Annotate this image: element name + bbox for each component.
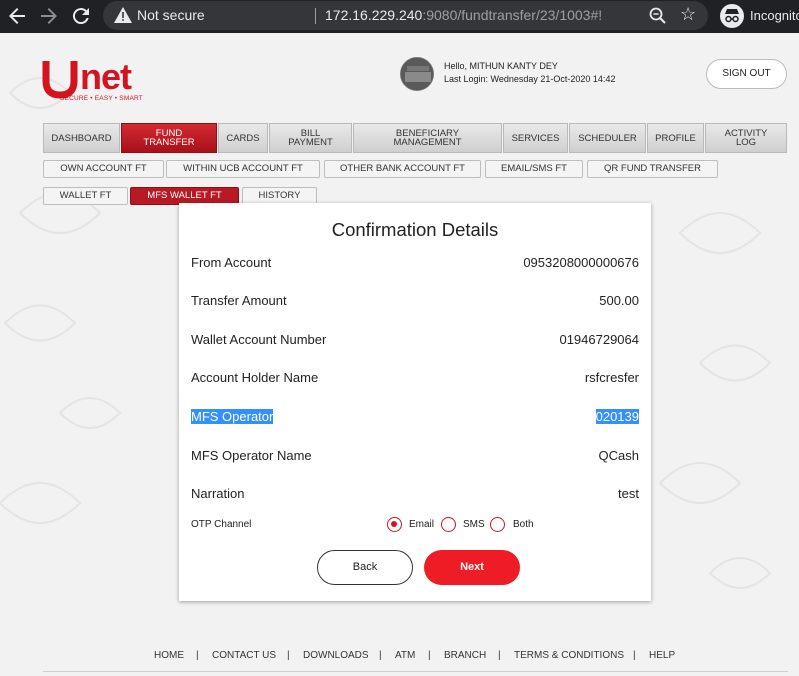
footer-separator: | bbox=[498, 650, 501, 661]
footer-terms-link[interactable]: TERMS & CONDITIONS bbox=[514, 650, 624, 661]
footer-help-link[interactable]: HELP bbox=[649, 650, 675, 661]
menu-profile[interactable]: PROFILE bbox=[647, 123, 704, 153]
warning-icon bbox=[114, 7, 132, 23]
menu-scheduler[interactable]: SCHEDULER bbox=[569, 123, 646, 153]
submenu-other-bank-account-ft[interactable]: OTHER BANK ACCOUNT FT bbox=[324, 160, 481, 178]
submenu-qr-fund-transfer[interactable]: QR FUND TRANSFER bbox=[587, 160, 718, 178]
url-host: 172.16.229.240 bbox=[325, 7, 423, 23]
narration-label: Narration bbox=[191, 486, 245, 501]
from-account-value: 0953208000000676 bbox=[523, 255, 639, 270]
wallet-account-number-value: 01946729064 bbox=[559, 332, 639, 347]
from-account-label: From Account bbox=[191, 255, 272, 270]
incognito-icon bbox=[720, 4, 744, 28]
submenu-within-ucb-account-ft[interactable]: WITHIN UCB ACCOUNT FT bbox=[166, 160, 320, 178]
logo-tagline: SECURE • EASY • SMART bbox=[60, 95, 143, 102]
wallet-account-number-label: Wallet Account Number bbox=[191, 332, 327, 347]
otp-email-radio[interactable] bbox=[387, 517, 402, 532]
mfs-operator-label: MFS Operator bbox=[191, 409, 274, 424]
otp-both-label[interactable]: Both bbox=[513, 519, 534, 530]
menu-bill-payment[interactable]: BILL PAYMENT bbox=[269, 123, 352, 153]
page-content: net SECURE • EASY • SMART Hello, MITHUN … bbox=[0, 33, 799, 676]
card-title: Confirmation Details bbox=[331, 219, 499, 240]
footer-separator: | bbox=[287, 650, 290, 661]
mfs-operator-name-value: QCash bbox=[598, 448, 639, 463]
transfer-amount-value: 500.00 bbox=[599, 293, 639, 308]
menu-fund-transfer[interactable]: FUND TRANSFER bbox=[121, 123, 217, 153]
confirmation-card: Confirmation Details From Account 095320… bbox=[179, 203, 651, 601]
menu-services[interactable]: SERVICES bbox=[503, 123, 568, 153]
account-holder-name-value: rsfcresfer bbox=[584, 370, 639, 385]
incognito-label: Incognito bbox=[750, 8, 799, 23]
otp-email-label[interactable]: Email bbox=[409, 519, 434, 530]
otp-sms-label[interactable]: SMS bbox=[463, 519, 485, 530]
otp-channel-label: OTP Channel bbox=[191, 519, 252, 530]
address-bar[interactable]: Not secure 172.16.229.240:9080/fundtrans… bbox=[103, 1, 708, 30]
footer-home-link[interactable]: HOME bbox=[154, 650, 184, 661]
url-text[interactable]: 172.16.229.240:9080/fundtransfer/23/1003… bbox=[325, 7, 602, 23]
reload-icon[interactable] bbox=[69, 4, 93, 28]
footer-separator: | bbox=[633, 650, 636, 661]
next-button[interactable]: Next bbox=[424, 550, 520, 585]
menu-activity-log[interactable]: ACTIVITY LOG bbox=[705, 123, 787, 153]
footer-divider bbox=[43, 671, 788, 672]
menu-beneficiary-management[interactable]: BENEFICIARY MANAGEMENT bbox=[353, 123, 502, 153]
submenu-email-sms-ft[interactable]: EMAIL/SMS FT bbox=[485, 160, 583, 178]
menu-dashboard[interactable]: DASHBOARD bbox=[43, 123, 120, 153]
forward-arrow-icon[interactable] bbox=[37, 4, 61, 28]
footer-branch-link[interactable]: BRANCH bbox=[444, 650, 486, 661]
omnibox-divider bbox=[315, 8, 316, 24]
transfer-amount-label: Transfer Amount bbox=[191, 293, 287, 308]
unet-logo[interactable]: net SECURE • EASY • SMART bbox=[40, 51, 170, 107]
back-button[interactable]: Back bbox=[317, 550, 413, 585]
account-holder-name-label: Account Holder Name bbox=[191, 370, 319, 385]
zoom-icon[interactable] bbox=[648, 6, 668, 26]
bookmark-star-icon[interactable]: ☆ bbox=[680, 4, 696, 25]
footer-separator: | bbox=[428, 650, 431, 661]
footer-contact-link[interactable]: CONTACT US bbox=[212, 650, 276, 661]
submenu-wallet-ft[interactable]: WALLET FT bbox=[43, 187, 128, 205]
otp-both-radio[interactable] bbox=[490, 517, 505, 532]
user-greeting: Hello, MITHUN KANTY DEY bbox=[444, 61, 558, 71]
footer-downloads-link[interactable]: DOWNLOADS bbox=[303, 650, 369, 661]
footer-separator: | bbox=[379, 650, 382, 661]
otp-sms-radio[interactable] bbox=[441, 517, 456, 532]
footer-links: HOME | CONTACT US | DOWNLOADS | ATM | BR… bbox=[0, 650, 799, 664]
menu-cards[interactable]: CARDS bbox=[218, 123, 268, 153]
footer-separator: | bbox=[196, 650, 199, 661]
submenu-own-account-ft[interactable]: OWN ACCOUNT FT bbox=[43, 160, 164, 178]
mfs-operator-name-label: MFS Operator Name bbox=[191, 448, 312, 463]
sign-out-button[interactable]: SIGN OUT bbox=[706, 59, 787, 89]
svg-text:net: net bbox=[80, 56, 132, 97]
browser-toolbar: Not secure 172.16.229.240:9080/fundtrans… bbox=[0, 0, 799, 33]
url-path: :9080/fundtransfer/23/1003#! bbox=[422, 7, 603, 23]
avatar[interactable] bbox=[400, 57, 434, 91]
mfs-operator-value: 020139 bbox=[595, 409, 639, 424]
incognito-indicator[interactable]: Incognito bbox=[718, 3, 799, 29]
narration-value: test bbox=[618, 486, 639, 501]
footer-atm-link[interactable]: ATM bbox=[395, 650, 415, 661]
last-login: Last Login: Wednesday 21-Oct-2020 14:42 bbox=[444, 74, 616, 84]
back-arrow-icon[interactable] bbox=[5, 4, 29, 28]
security-label[interactable]: Not secure bbox=[137, 7, 205, 23]
